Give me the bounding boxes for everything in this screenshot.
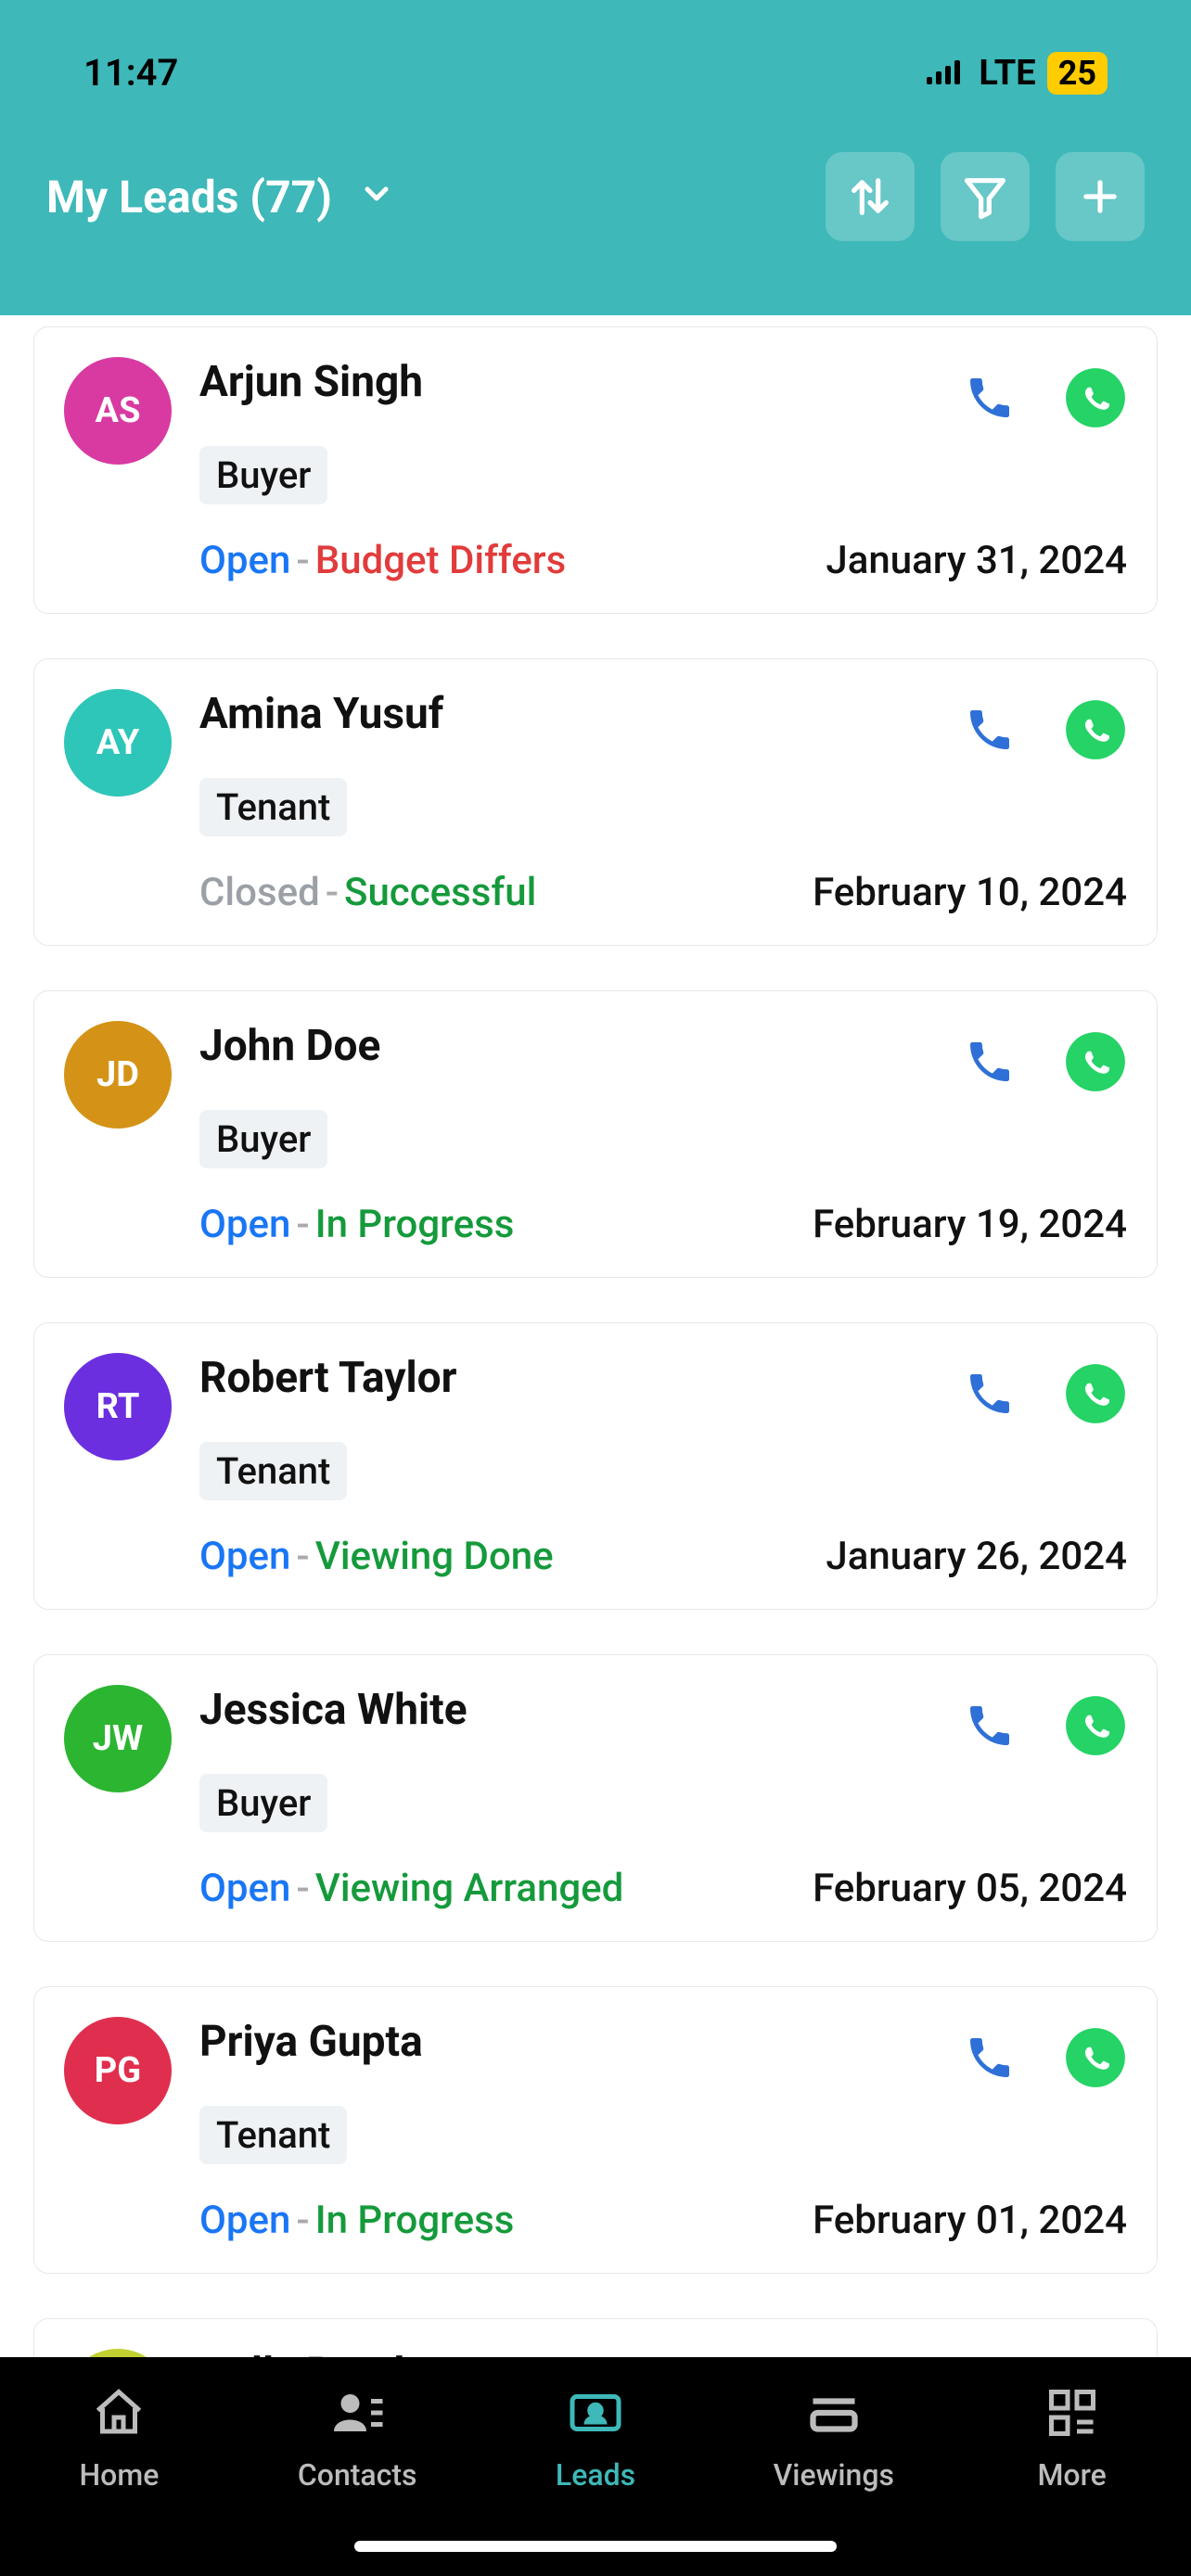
lead-name: Arjun Singh xyxy=(199,357,423,407)
battery-level: 25 xyxy=(1047,52,1108,95)
phone-icon[interactable] xyxy=(964,704,1016,756)
phone-icon[interactable] xyxy=(964,1036,1016,1088)
nav-label: Leads xyxy=(556,2457,635,2493)
more-icon xyxy=(1039,2385,1106,2441)
lead-type-tag: Buyer xyxy=(199,1774,327,1832)
avatar: AY xyxy=(64,689,172,797)
lead-card[interactable]: JW Jessica White Buyer Open-Viewing Arrange… xyxy=(33,1654,1158,1942)
nav-more[interactable]: More xyxy=(953,2385,1191,2493)
lead-type-tag: Tenant xyxy=(199,2106,347,2164)
phone-icon[interactable] xyxy=(964,1368,1016,1420)
sort-button[interactable] xyxy=(826,152,915,241)
lead-card[interactable]: RT Robert Taylor Tenant Open-Viewing Done Ja… xyxy=(33,1322,1158,1610)
lead-status: Open-Budget Differs xyxy=(199,538,566,583)
lead-name: Amina Yusuf xyxy=(199,689,443,739)
avatar: AS xyxy=(64,357,172,465)
lead-card[interactable]: Dolly Patel xyxy=(33,2318,1158,2357)
lead-card[interactable]: PG Priya Gupta Tenant Open-In Progress Febru… xyxy=(33,1986,1158,2274)
lead-name: Robert Taylor xyxy=(199,1353,456,1403)
lead-name: Priya Gupta xyxy=(199,2017,423,2067)
nav-viewings[interactable]: Viewings xyxy=(714,2385,953,2493)
phone-icon[interactable] xyxy=(964,2032,1016,2084)
home-icon xyxy=(85,2385,152,2441)
app-header: 11:47 LTE 25 My Leads (77) xyxy=(0,0,1191,315)
lead-status: Closed-Successful xyxy=(199,870,536,915)
status-bar: 11:47 LTE 25 xyxy=(0,0,1191,95)
lead-card[interactable]: JD John Doe Buyer Open-In Progress February … xyxy=(33,990,1158,1278)
nav-label: Contacts xyxy=(298,2457,417,2493)
phone-icon[interactable] xyxy=(964,1700,1016,1752)
signal-icon xyxy=(927,60,967,86)
lead-type-tag: Tenant xyxy=(199,1442,347,1500)
lead-name: John Doe xyxy=(199,1021,380,1071)
lead-date: February 05, 2024 xyxy=(813,1866,1127,1911)
filter-button[interactable] xyxy=(941,152,1030,241)
nav-label: Viewings xyxy=(774,2457,894,2493)
avatar: JW xyxy=(64,1685,172,1792)
lead-card[interactable]: AS Arjun Singh Buyer Open-Budget Differs Jan… xyxy=(33,326,1158,614)
header-row: My Leads (77) xyxy=(0,95,1191,241)
page-title: My Leads (77) xyxy=(46,171,332,223)
whatsapp-icon[interactable] xyxy=(1064,1694,1127,1757)
home-indicator[interactable] xyxy=(354,2541,837,2552)
clock: 11:47 xyxy=(83,51,178,95)
whatsapp-icon[interactable] xyxy=(1064,1030,1127,1093)
lead-date: February 01, 2024 xyxy=(813,2198,1127,2243)
network-label: LTE xyxy=(979,53,1035,94)
nav-leads[interactable]: Leads xyxy=(477,2385,715,2493)
lead-name: Jessica White xyxy=(199,1685,467,1735)
phone-icon[interactable] xyxy=(964,372,1016,424)
lead-card[interactable]: AY Amina Yusuf Tenant Closed-Successful Febr… xyxy=(33,658,1158,946)
lead-status: Open-In Progress xyxy=(199,1202,514,1247)
contacts-icon xyxy=(324,2385,391,2441)
lead-status: Open-In Progress xyxy=(199,2198,514,2243)
lead-date: February 19, 2024 xyxy=(813,1202,1127,1247)
lead-date: January 31, 2024 xyxy=(826,538,1127,583)
viewings-icon xyxy=(800,2385,867,2441)
nav-contacts[interactable]: Contacts xyxy=(238,2385,477,2493)
lead-type-tag: Buyer xyxy=(199,1110,327,1168)
lead-date: January 26, 2024 xyxy=(826,1534,1127,1579)
title-dropdown[interactable]: My Leads (77) xyxy=(46,171,395,223)
lead-name: Dolly Patel xyxy=(199,2349,1127,2357)
avatar: PG xyxy=(64,2017,172,2124)
whatsapp-icon[interactable] xyxy=(1064,698,1127,761)
lead-type-tag: Tenant xyxy=(199,778,347,836)
lead-list[interactable]: AS Arjun Singh Buyer Open-Budget Differs Jan… xyxy=(0,315,1191,2357)
status-right: LTE 25 xyxy=(927,52,1108,95)
header-actions xyxy=(826,152,1145,241)
lead-type-tag: Buyer xyxy=(199,446,327,504)
whatsapp-icon[interactable] xyxy=(1064,2026,1127,2089)
nav-label: More xyxy=(1037,2457,1106,2493)
chevron-down-icon xyxy=(358,171,395,223)
avatar: RT xyxy=(64,1353,172,1460)
whatsapp-icon[interactable] xyxy=(1064,1362,1127,1425)
lead-status: Open-Viewing Done xyxy=(199,1534,554,1579)
bottom-nav: Home Contacts Leads Viewings xyxy=(0,2357,1191,2576)
avatar xyxy=(64,2349,172,2357)
leads-icon xyxy=(562,2385,629,2441)
lead-date: February 10, 2024 xyxy=(813,870,1127,915)
avatar: JD xyxy=(64,1021,172,1129)
whatsapp-icon[interactable] xyxy=(1064,366,1127,429)
lead-status: Open-Viewing Arranged xyxy=(199,1866,623,1911)
nav-label: Home xyxy=(79,2457,159,2493)
nav-home[interactable]: Home xyxy=(0,2385,238,2493)
add-button[interactable] xyxy=(1056,152,1145,241)
